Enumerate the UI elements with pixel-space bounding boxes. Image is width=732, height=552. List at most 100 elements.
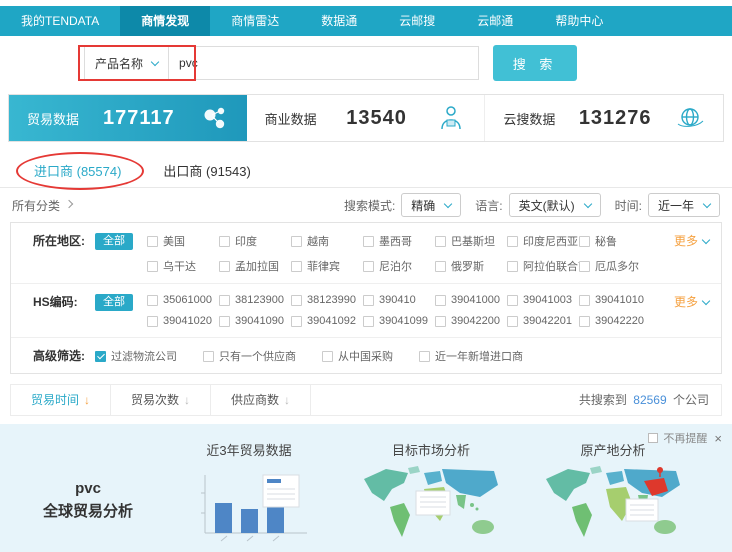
checkbox-icon — [435, 295, 446, 306]
section-trade-3years[interactable]: 近3年贸易数据 — [158, 440, 340, 552]
checkbox-label: 俄罗斯 — [451, 258, 484, 274]
section-origin-analysis[interactable]: 原产地分析 — [522, 440, 704, 552]
hscode-checkbox[interactable]: 38123900 — [219, 294, 291, 306]
mini-bar-chart — [183, 463, 315, 547]
hscode-checkbox[interactable]: 39042200 — [435, 315, 507, 327]
sort-supplier-count[interactable]: 供应商数 ↓ — [211, 385, 311, 415]
world-map-target — [356, 463, 506, 547]
nav-item-help-center[interactable]: 帮助中心 — [534, 6, 624, 36]
region-all-button[interactable]: 全部 — [95, 233, 133, 250]
region-checkbox[interactable]: 孟加拉国 — [219, 258, 291, 274]
checkbox-icon — [291, 295, 302, 306]
time-select[interactable]: 近一年 — [648, 193, 720, 217]
hscode-all-button[interactable]: 全部 — [95, 294, 133, 311]
section-target-market[interactable]: 目标市场分析 — [340, 440, 522, 552]
checkbox-icon — [363, 261, 374, 272]
stat-trade-data[interactable]: 贸易数据 177117 — [9, 95, 247, 141]
search-category-select[interactable]: 产品名称 — [84, 46, 169, 80]
filter-row-region: 所在地区: 全部 美国 印度 越南 墨西哥 巴基斯坦 印度尼西亚 秘鲁 乌干达 … — [11, 223, 721, 284]
advanced-checkbox-filter-logistics[interactable]: 过滤物流公司 — [95, 348, 177, 364]
sort-trade-count[interactable]: 贸易次数 ↓ — [111, 385, 211, 415]
nav-item-my-tendata[interactable]: 我的TENDATA — [0, 6, 120, 36]
category-controls-row: 所有分类 搜索模式: 精确 语言: 英文(默认) 时间: 近一年 — [0, 188, 732, 222]
region-checkbox[interactable]: 墨西哥 — [363, 233, 435, 249]
checkbox-icon — [219, 236, 230, 247]
advanced-checkbox-new-importers[interactable]: 近一年新增进口商 — [419, 348, 523, 364]
stat-value: 177117 — [103, 107, 175, 130]
region-checkbox[interactable]: 印度尼西亚 — [507, 233, 579, 249]
region-checkbox[interactable]: 阿拉伯联合酋... — [507, 258, 579, 274]
checkbox-label: 近一年新增进口商 — [435, 348, 523, 364]
checkbox-icon — [363, 316, 374, 327]
region-checkbox[interactable]: 印度 — [219, 233, 291, 249]
region-checkbox[interactable]: 美国 — [147, 233, 219, 249]
chevron-down-icon — [151, 57, 159, 65]
search-mode-select[interactable]: 精确 — [401, 193, 461, 217]
checkbox-label: 39041010 — [595, 294, 644, 306]
hscode-more-link[interactable]: 更多 — [674, 294, 721, 311]
dont-remind-checkbox[interactable] — [648, 433, 658, 443]
hscode-checkbox[interactable]: 38123990 — [291, 294, 363, 306]
nav-item-data-pass[interactable]: 数据通 — [300, 6, 378, 36]
hscode-checkbox[interactable]: 390410 — [363, 294, 435, 306]
hscode-checkbox[interactable]: 39041090 — [219, 315, 291, 327]
search-mode-value: 精确 — [411, 197, 435, 214]
region-checkbox[interactable]: 菲律宾 — [291, 258, 363, 274]
checkbox-label: 39041000 — [451, 294, 500, 306]
advanced-checkbox-single-supplier[interactable]: 只有一个供应商 — [203, 348, 296, 364]
checkbox-icon — [435, 316, 446, 327]
hscode-checkbox[interactable]: 39041020 — [147, 315, 219, 327]
region-checkbox[interactable]: 俄罗斯 — [435, 258, 507, 274]
nav-item-business-radar[interactable]: 商情雷达 — [210, 6, 300, 36]
all-categories-link[interactable]: 所有分类 — [12, 197, 72, 214]
stat-business-data[interactable]: 商业数据 13540 — [247, 95, 486, 141]
checkbox-icon — [291, 236, 302, 247]
sort-desc-icon: ↓ — [284, 385, 290, 415]
section-title: 目标市场分析 — [340, 440, 522, 459]
stat-value: 131276 — [579, 107, 652, 130]
chevron-down-icon — [444, 199, 452, 207]
checkbox-label: 厄瓜多尔 — [595, 258, 639, 274]
checkbox-label: 39042200 — [451, 315, 500, 327]
nav-item-cloud-mail-search[interactable]: 云邮搜 — [378, 6, 456, 36]
tab-importers[interactable]: 进口商 (85574) — [34, 161, 121, 180]
close-icon[interactable]: × — [714, 431, 722, 446]
hscode-checkbox[interactable]: 39041000 — [435, 294, 507, 306]
advanced-checkbox-buy-from-china[interactable]: 从中国采购 — [322, 348, 393, 364]
hscode-checkbox[interactable]: 39041099 — [363, 315, 435, 327]
region-checkbox[interactable]: 厄瓜多尔 — [579, 258, 651, 274]
checkbox-icon — [363, 236, 374, 247]
language-select[interactable]: 英文(默认) — [509, 193, 601, 217]
checkbox-label: 38123900 — [235, 294, 284, 306]
tab-exporters[interactable]: 出口商 (91543) — [163, 161, 250, 180]
region-checkbox[interactable]: 巴基斯坦 — [435, 233, 507, 249]
region-checkbox[interactable]: 越南 — [291, 233, 363, 249]
advanced-filter-label: 高级筛选: — [11, 348, 95, 364]
region-checkbox[interactable]: 尼泊尔 — [363, 258, 435, 274]
hscode-checkbox[interactable]: 39042220 — [579, 315, 651, 327]
checkbox-label: 过滤物流公司 — [111, 348, 177, 364]
checkbox-icon — [291, 316, 302, 327]
region-checkbox[interactable]: 乌干达 — [147, 258, 219, 274]
region-checkbox[interactable]: 秘鲁 — [579, 233, 651, 249]
search-bar: 产品名称 搜 索 — [0, 36, 732, 90]
region-more-link[interactable]: 更多 — [674, 233, 721, 250]
checkbox-label: 39041090 — [235, 315, 284, 327]
hscode-checkbox[interactable]: 39041010 — [579, 294, 651, 306]
hscode-checkbox[interactable]: 35061000 — [147, 294, 219, 306]
search-input[interactable] — [169, 46, 479, 80]
hscode-checkbox[interactable]: 39042201 — [507, 315, 579, 327]
stats-bar: 贸易数据 177117 商业数据 13540 云搜数据 131276 — [8, 94, 724, 142]
banner-title-query: pvc — [28, 478, 148, 501]
stat-cloud-search-data[interactable]: 云搜数据 131276 — [485, 95, 723, 141]
search-button[interactable]: 搜 索 — [493, 45, 577, 81]
sort-desc-icon: ↓ — [184, 385, 190, 415]
nav-item-cloud-mail-pass[interactable]: 云邮通 — [456, 6, 534, 36]
checkbox-label: 墨西哥 — [379, 233, 412, 249]
hscode-checkbox[interactable]: 39041092 — [291, 315, 363, 327]
hscode-checkbox[interactable]: 39041003 — [507, 294, 579, 306]
nav-item-business-discovery[interactable]: 商情发现 — [120, 6, 210, 36]
checkbox-icon — [147, 316, 158, 327]
sort-trade-time[interactable]: 贸易时间 ↓ — [11, 385, 111, 415]
checkbox-label: 阿拉伯联合酋... — [523, 258, 579, 274]
